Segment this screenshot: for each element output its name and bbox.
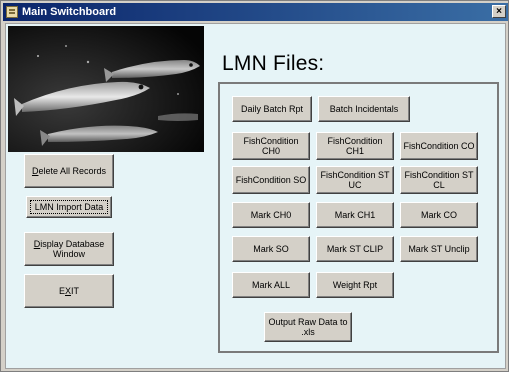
button-label: Mark CH1 <box>334 210 376 220</box>
mark-all-button[interactable]: Mark ALL <box>232 272 310 298</box>
button-label: Daily Batch Rpt <box>240 104 304 114</box>
button-label: Mark CO <box>421 210 457 220</box>
lmn-files-panel: Daily Batch Rpt Batch Incidentals FishCo… <box>218 82 499 353</box>
weight-rpt-button[interactable]: Weight Rpt <box>316 272 394 298</box>
mark-ch0-button[interactable]: Mark CH0 <box>232 202 310 228</box>
button-label: LMN Import Data <box>34 202 104 212</box>
lmn-import-data-button[interactable]: LMN Import Data <box>26 196 112 218</box>
fish-photo <box>8 26 204 152</box>
page-title: LMN Files: <box>222 52 325 75</box>
fish-photo-image <box>8 26 204 152</box>
fishcondition-ch1-button[interactable]: FishCondition CH1 <box>316 132 394 160</box>
button-label: FishCondition ST UC <box>320 170 390 190</box>
button-label: Mark ST Unclip <box>408 244 470 254</box>
fishcondition-co-button[interactable]: FishCondition CO <box>400 132 478 160</box>
button-label: FishCondition SO <box>235 175 307 185</box>
output-raw-data-to-xls-button[interactable]: Output Raw Data to .xls <box>264 312 352 342</box>
button-label: FishCondition CO <box>403 141 475 151</box>
button-label: elete All Records <box>38 166 107 176</box>
exit-button[interactable]: EXIT <box>24 274 114 308</box>
button-label: isplay Database Window <box>40 239 105 259</box>
fishcondition-ch0-button[interactable]: FishCondition CH0 <box>232 132 310 160</box>
button-label: Mark ALL <box>251 280 291 290</box>
mark-so-button[interactable]: Mark SO <box>232 236 310 262</box>
button-label: Mark CH0 <box>250 210 292 220</box>
mark-co-button[interactable]: Mark CO <box>400 202 478 228</box>
close-button[interactable]: × <box>492 5 506 18</box>
button-label: Weight Rpt <box>332 280 378 290</box>
button-label: Mark ST CLIP <box>326 244 384 254</box>
app-icon <box>6 6 18 18</box>
close-icon: × <box>496 6 502 17</box>
display-database-window-button[interactable]: Display Database Window <box>24 232 114 266</box>
button-label-rest: IT <box>71 286 80 296</box>
button-label: Batch Incidentals <box>329 104 399 114</box>
button-label: Output Raw Data to .xls <box>268 317 348 337</box>
window-title: Main Switchboard <box>22 6 117 18</box>
button-label: FishCondition CH0 <box>243 136 299 156</box>
title-bar[interactable]: Main Switchboard × <box>3 3 508 21</box>
mark-st-clip-button[interactable]: Mark ST CLIP <box>316 236 394 262</box>
switchboard-form: LMN Files: Delete All Records LMN Import… <box>5 23 506 369</box>
daily-batch-rpt-button[interactable]: Daily Batch Rpt <box>232 96 312 122</box>
delete-all-records-button[interactable]: Delete All Records <box>24 154 114 188</box>
mark-ch1-button[interactable]: Mark CH1 <box>316 202 394 228</box>
mark-st-unclip-button[interactable]: Mark ST Unclip <box>400 236 478 262</box>
fishcondition-st-cl-button[interactable]: FishCondition ST CL <box>400 166 478 194</box>
button-label: Mark SO <box>253 244 289 254</box>
main-switchboard-window: Main Switchboard × LMN Files: Delete All… <box>0 0 509 372</box>
fishcondition-st-uc-button[interactable]: FishCondition ST UC <box>316 166 394 194</box>
batch-incidentals-button[interactable]: Batch Incidentals <box>318 96 410 122</box>
fishcondition-so-button[interactable]: FishCondition SO <box>232 166 310 194</box>
button-label: FishCondition ST CL <box>404 170 474 190</box>
button-label: FishCondition CH1 <box>327 136 383 156</box>
